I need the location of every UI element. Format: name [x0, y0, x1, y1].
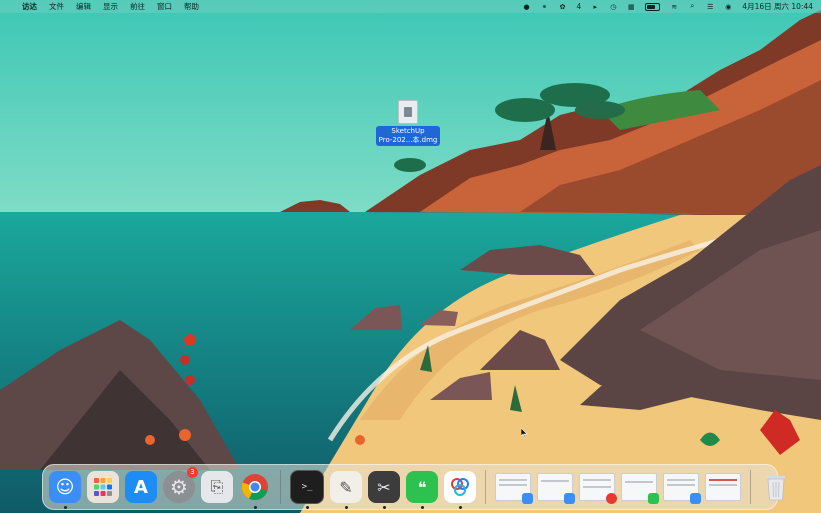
menu-help[interactable]: 帮助 [184, 1, 199, 12]
battery-icon[interactable] [645, 2, 661, 11]
wechat-icon: ❝ [417, 477, 427, 497]
thumb-line [709, 479, 737, 481]
record-icon[interactable]: ● [523, 3, 531, 11]
dock-system-preferences[interactable]: ⚙ 3 [163, 467, 198, 503]
siri-icon[interactable]: ◉ [724, 3, 732, 11]
dock-separator [750, 470, 751, 504]
app-store-icon: A [134, 476, 148, 498]
gear-icon: ⚙ [170, 475, 188, 499]
thumb-line [667, 479, 695, 481]
terminal-icon: >_ [301, 482, 313, 492]
desktop-file-label[interactable]: SketchUp Pro-202...本.dmg [375, 126, 441, 146]
minimized-window-thumb[interactable] [579, 473, 617, 504]
thumb-line [499, 484, 527, 486]
menu-view[interactable]: 显示 [103, 1, 118, 12]
date-time[interactable]: 4月16日 周六 10:44 [742, 1, 813, 12]
wechat-mini-icon [648, 493, 659, 504]
thumb-line [583, 486, 611, 488]
wifi-icon[interactable]: ≋ [670, 3, 678, 11]
search-icon[interactable]: ⌕ [688, 2, 696, 11]
dock-terminal[interactable]: >_ [290, 470, 324, 509]
wechat-count: 4 [576, 2, 582, 11]
running-indicator [305, 506, 309, 509]
dock-textedit[interactable]: ✎ [330, 471, 362, 509]
input-method-icon[interactable]: ▦ [627, 3, 635, 11]
running-indicator [63, 506, 67, 509]
finder-mini-icon [522, 493, 533, 504]
finder-mini-icon [690, 493, 701, 504]
menu-window[interactable]: 窗口 [157, 1, 172, 12]
minimized-window-thumb[interactable] [621, 473, 659, 504]
running-indicator [382, 506, 386, 509]
clock-icon[interactable]: ◷ [609, 3, 617, 11]
dock-separator [280, 470, 281, 504]
menu-app-name[interactable]: 访达 [22, 1, 37, 12]
dock-trash[interactable] [760, 471, 792, 503]
dock: ☺ A ⚙ 3 ⎘ >_ ✎ ✂ ❝ [42, 464, 785, 510]
menu-bar: 访达 文件 编辑 显示 前往 窗口 帮助 ● ⚭ ✿ 4 ▸ ◷ ▦ ≋ ⌕ ☰… [0, 0, 821, 13]
thumb-line [625, 481, 653, 483]
thumb-line [499, 479, 527, 481]
dock-finder[interactable]: ☺ [49, 471, 81, 509]
running-indicator [253, 506, 257, 509]
chrome-icon [241, 474, 268, 501]
netdisk-icon [451, 478, 469, 496]
dock-preview[interactable]: ⎘ [201, 471, 233, 503]
textedit-icon: ✎ [339, 477, 353, 497]
menu-go[interactable]: 前往 [130, 1, 145, 12]
file-name-line1: SketchUp [391, 127, 425, 135]
notification-badge: 3 [187, 467, 198, 478]
dmg-file-icon[interactable] [398, 100, 418, 124]
trash-icon [767, 476, 785, 501]
desktop-wallpaper [0, 0, 821, 513]
minimized-window-thumb[interactable] [537, 473, 575, 504]
desktop-file-sketchup[interactable]: SketchUp Pro-202...本.dmg [372, 100, 444, 146]
file-name-line2: Pro-202...本.dmg [378, 136, 438, 144]
menu-edit[interactable]: 编辑 [76, 1, 91, 12]
mouse-cursor-icon [521, 428, 528, 438]
dock-baidu-netdisk[interactable] [444, 471, 476, 509]
thumb-line [583, 479, 611, 481]
dock-launchpad[interactable] [87, 471, 119, 503]
running-indicator [344, 506, 348, 509]
menu-file[interactable]: 文件 [49, 1, 64, 12]
dock-chrome[interactable] [239, 471, 271, 509]
dock-screenshot-tool[interactable]: ✂ [368, 471, 400, 509]
play-icon[interactable]: ▸ [591, 3, 599, 11]
finder-mini-icon [564, 493, 575, 504]
finder-icon: ☺ [55, 476, 75, 498]
wechat-status-icon[interactable]: ✿ [559, 3, 567, 11]
thumb-line [541, 480, 569, 482]
preview-icon: ⎘ [210, 477, 224, 496]
minimized-window-thumb[interactable] [705, 473, 741, 501]
screenshot-icon: ✂ [377, 477, 391, 497]
dock-wechat[interactable]: ❝ [406, 471, 438, 509]
running-indicator [420, 506, 424, 509]
dock-app-store[interactable]: A [125, 471, 157, 503]
minimized-window-thumb[interactable] [495, 473, 533, 504]
dock-separator [485, 470, 486, 504]
control-center-icon[interactable]: ☰ [706, 3, 714, 11]
chrome-mini-icon [606, 493, 617, 504]
running-indicator [458, 506, 462, 509]
minimized-window-thumb[interactable] [663, 473, 701, 504]
launchpad-icon [94, 478, 112, 496]
thumb-line [709, 484, 737, 486]
netdisk-status-icon[interactable]: ⚭ [541, 3, 549, 11]
thumb-line [667, 484, 695, 486]
